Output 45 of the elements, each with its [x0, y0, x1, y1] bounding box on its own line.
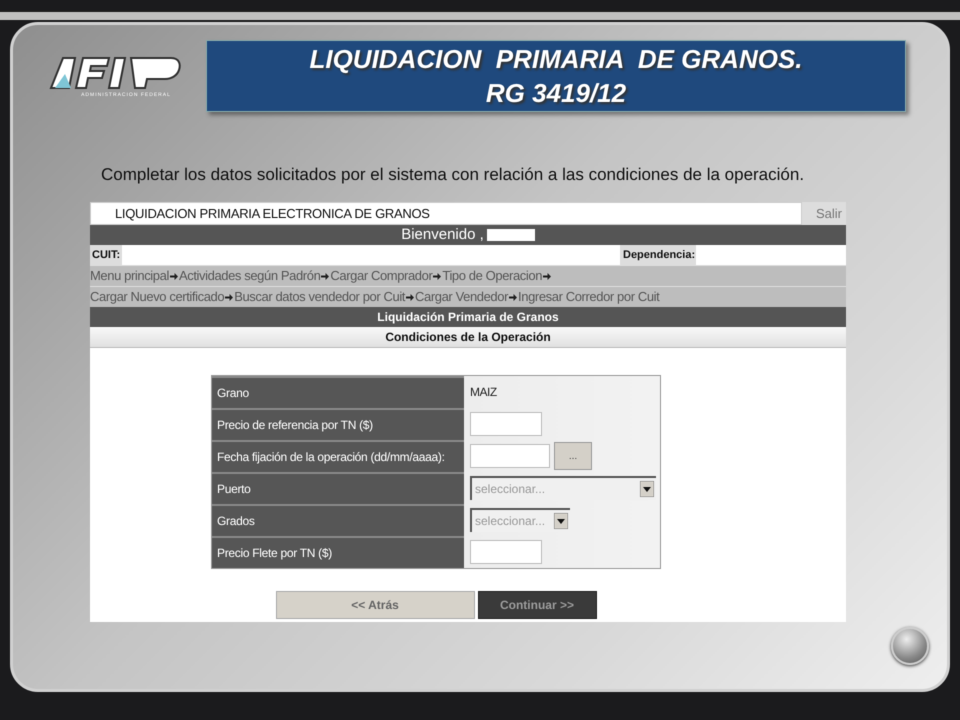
- form-label-cell: Precio de referencia por TN ($): [212, 408, 464, 440]
- round-button-icon: [891, 627, 929, 665]
- dropdown[interactable]: seleccionar...: [470, 476, 656, 500]
- form-label-cell: Fecha fijación de la operación (dd/mm/aaaa):: [212, 440, 464, 472]
- form-label-cell: Precio Flete por TN ($): [212, 536, 464, 568]
- continue-button[interactable]: Continuar >>: [478, 591, 596, 619]
- breadcrumb-link[interactable]: Cargar Comprador: [330, 266, 432, 286]
- arrow-icon: [509, 292, 518, 302]
- arrow-icon: [543, 272, 552, 280]
- form-label-cell: Grados: [212, 504, 464, 536]
- back-button[interactable]: << Atrás: [276, 591, 474, 619]
- subsection-title: Condiciones de la Operación: [385, 329, 551, 346]
- cuit-label-cell: CUIT:: [90, 245, 122, 265]
- breadcrumb-link[interactable]: Cargar Nuevo certificado: [90, 287, 224, 307]
- welcome-text: Bienvenido ,: [401, 224, 484, 245]
- calendar-button[interactable]: ...: [554, 442, 592, 470]
- section-title: Liquidación Primaria de Granos: [377, 309, 559, 326]
- slide-title: RG 3419/12: [486, 77, 626, 110]
- dependencia-label-cell: Dependencia:: [620, 245, 696, 265]
- breadcrumb-link[interactable]: Cargar Vendedor: [415, 287, 508, 307]
- breadcrumb-link[interactable]: Buscar datos vendedor por Cuit: [234, 287, 406, 307]
- instruction-text: Completar los datos solicitados por el sistema con relación a las condiciones de la operación.: [101, 164, 806, 186]
- input-field[interactable]: [470, 540, 542, 564]
- arrow-icon: [225, 292, 234, 302]
- app-title: LIQUIDACION PRIMARIA ELECTRONICA DE GRANOS: [115, 204, 430, 223]
- arrow-icon: [406, 292, 414, 302]
- redacted-name: [486, 229, 535, 241]
- dropdown[interactable]: seleccionar...: [470, 508, 570, 532]
- grain-value: MAIZ: [470, 384, 497, 401]
- breadcrumb-link[interactable]: Ingresar Corredor por Cuit: [518, 287, 660, 307]
- form-label-cell: Puerto: [212, 472, 464, 504]
- caret-icon: [640, 481, 654, 497]
- date-field[interactable]: [470, 444, 550, 468]
- breadcrumb-link[interactable]: Tipo de Operacion: [442, 266, 542, 286]
- breadcrumb-link[interactable]: Menu principal: [90, 266, 169, 286]
- arrow-icon: [321, 272, 330, 280]
- caret-icon: [554, 513, 568, 529]
- input-field[interactable]: [470, 412, 542, 436]
- slide-title: LIQUIDACION PRIMARIA DE GRANOS.: [309, 43, 803, 76]
- arrow-icon: [170, 272, 178, 280]
- breadcrumb-link[interactable]: Actividades según Padrón: [178, 266, 320, 286]
- logo-icon: [49, 56, 183, 90]
- form-label-cell: Grano: [212, 376, 464, 408]
- exit-button[interactable]: Salir: [802, 202, 846, 225]
- arrow-icon: [433, 272, 442, 280]
